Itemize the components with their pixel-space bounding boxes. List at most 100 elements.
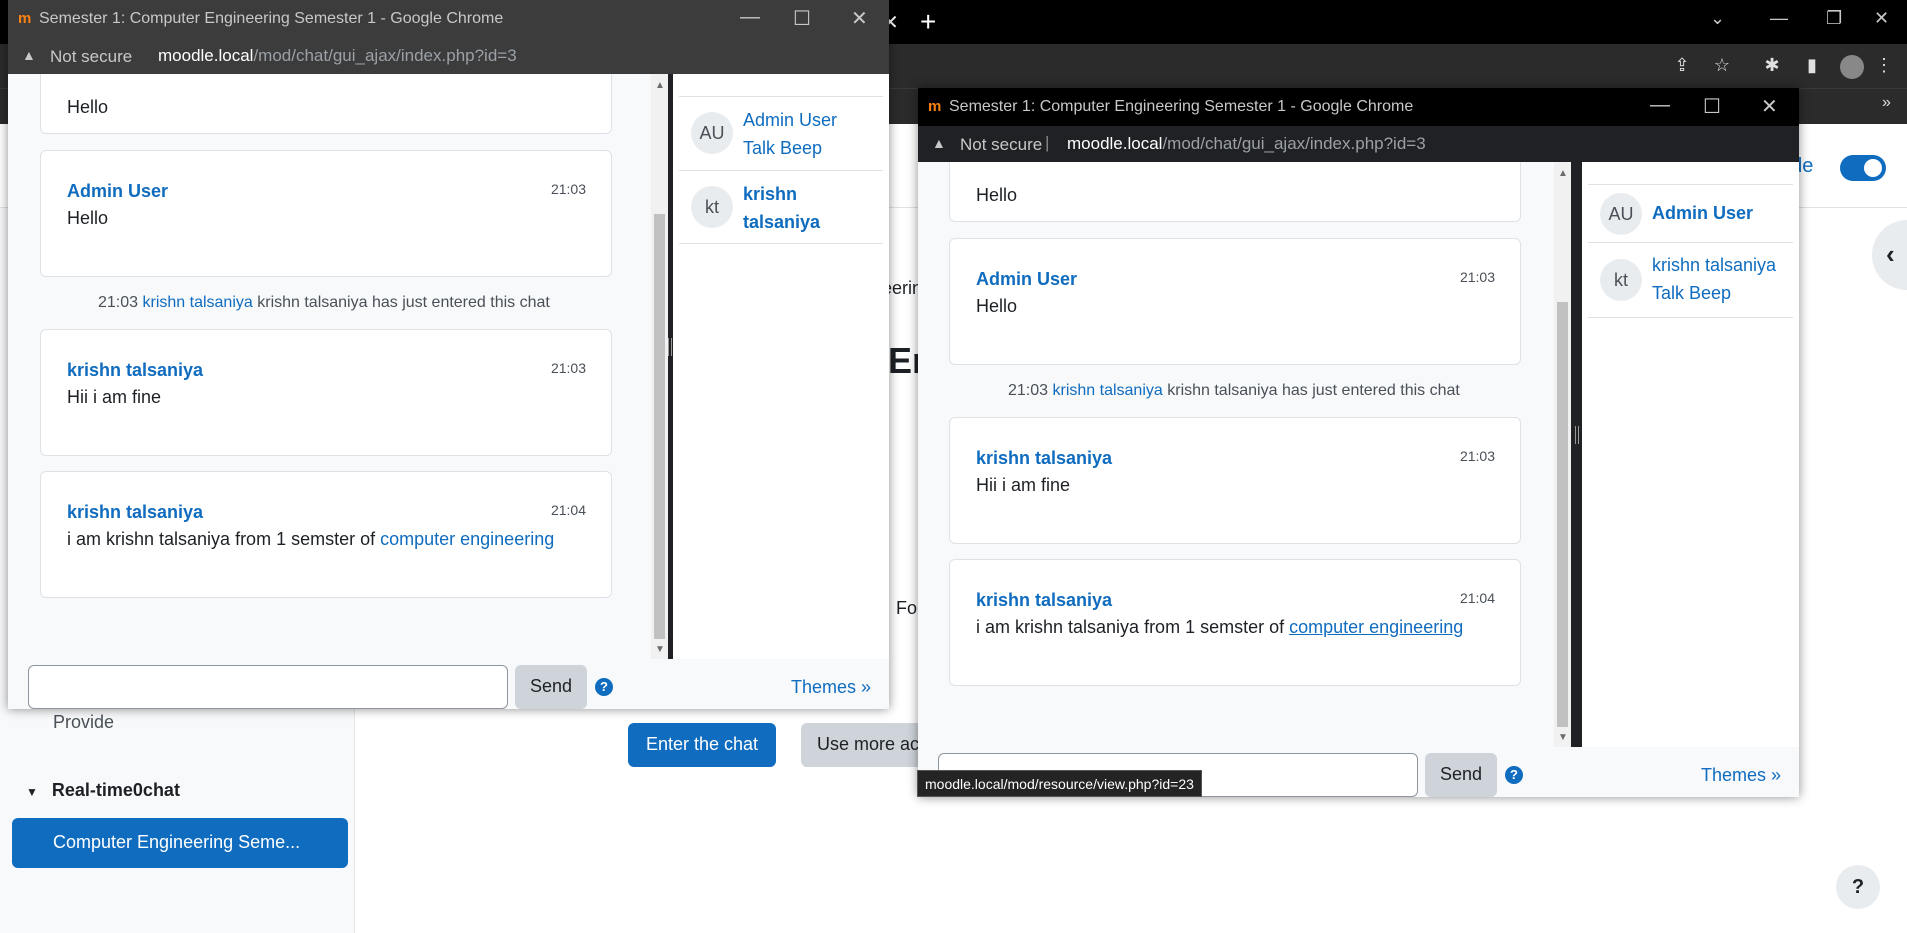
menu-icon[interactable]: ⋮ bbox=[1872, 55, 1896, 79]
themes-link[interactable]: Themes » bbox=[1701, 765, 1781, 786]
help-icon[interactable]: ? bbox=[1505, 766, 1523, 784]
minimize-icon[interactable]: — bbox=[1770, 8, 1788, 29]
maximize-icon[interactable]: ☐ bbox=[793, 6, 811, 31]
message-author[interactable]: krishn talsaniya bbox=[67, 360, 203, 381]
window-title: Semester 1: Computer Engineering Semeste… bbox=[949, 98, 1414, 115]
message-time: 21:04 bbox=[550, 502, 586, 518]
scroll-up-icon[interactable]: ▲ bbox=[1558, 168, 1568, 179]
chat-message-input[interactable] bbox=[28, 665, 508, 709]
share-icon[interactable]: ⇪ bbox=[1670, 55, 1694, 79]
url-text[interactable]: moodle.local/mod/chat/gui_ajax/index.php… bbox=[1067, 134, 1426, 154]
course-index-section[interactable]: ▼ Real-time0chat bbox=[26, 780, 180, 801]
course-index-active-item[interactable]: Computer Engineering Seme... bbox=[12, 818, 348, 868]
address-bar[interactable]: ▲ Not secure | moodle.local/mod/chat/gui… bbox=[918, 126, 1799, 162]
warning-icon: ▲ bbox=[22, 47, 36, 63]
pane-splitter[interactable] bbox=[1575, 426, 1579, 444]
bookmark-star-icon[interactable]: ☆ bbox=[1710, 55, 1734, 79]
scroll-up-icon[interactable]: ▲ bbox=[655, 80, 665, 91]
message-card: krishn talsaniya 21:03 Hii i am fine bbox=[40, 329, 612, 456]
user-list-item[interactable]: kt krishn talsaniya bbox=[679, 170, 883, 244]
moodle-logo-icon: m bbox=[18, 10, 32, 27]
use-more-accessible-button[interactable]: Use more ac bbox=[801, 723, 921, 767]
chat-messages-area: Hello Admin User 21:03 Hello 21:03 krish… bbox=[8, 74, 651, 659]
talk-beep-link[interactable]: Talk Beep bbox=[1652, 279, 1776, 307]
profile-avatar[interactable] bbox=[1840, 55, 1864, 79]
system-message: 21:03 krishn talsaniya krishn talsaniya … bbox=[98, 294, 550, 312]
url-path: /mod/chat/gui_ajax/index.php?id=3 bbox=[253, 46, 517, 65]
user-list: AU Admin User kt krishn talsaniya Talk B… bbox=[1582, 162, 1799, 747]
pane-splitter[interactable] bbox=[668, 338, 672, 356]
message-time: 21:03 bbox=[1459, 269, 1495, 285]
extensions-icon[interactable]: ✱ bbox=[1760, 55, 1784, 79]
message-card: krishn talsaniya 21:03 Hii i am fine bbox=[949, 417, 1521, 544]
address-bar[interactable]: ▲ Not secure moodle.local/mod/chat/gui_a… bbox=[8, 38, 889, 74]
send-button[interactable]: Send bbox=[515, 665, 587, 709]
minimize-icon[interactable]: — bbox=[740, 6, 760, 29]
system-message-user-link[interactable]: krishn talsaniya bbox=[143, 294, 253, 311]
open-block-drawer-button[interactable]: ‹ bbox=[1872, 220, 1907, 290]
close-icon[interactable]: ✕ bbox=[1761, 94, 1778, 119]
restore-icon[interactable]: ❐ bbox=[1826, 8, 1842, 29]
help-button[interactable]: ? bbox=[1836, 865, 1880, 909]
section-label: Real-time0chat bbox=[51, 780, 180, 800]
scroll-thumb[interactable] bbox=[1557, 302, 1568, 727]
user-list-item[interactable]: AU Admin User Talk Beep bbox=[679, 96, 883, 170]
scroll-thumb[interactable] bbox=[654, 214, 665, 639]
new-tab-button[interactable]: + bbox=[920, 6, 936, 38]
user-list-item[interactable]: kt krishn talsaniya Talk Beep bbox=[1588, 242, 1793, 318]
user-avatar: kt bbox=[1600, 259, 1642, 301]
message-text: Hii i am fine bbox=[976, 475, 1071, 495]
tab-search-icon[interactable]: ⌄ bbox=[1710, 8, 1725, 29]
message-link[interactable]: computer engineering bbox=[1289, 617, 1463, 637]
send-button[interactable]: Send bbox=[1425, 753, 1497, 797]
message-text: i am krishn talsaniya from 1 semster of … bbox=[976, 617, 1463, 638]
user-name: krishn talsaniya Talk Beep bbox=[1652, 251, 1776, 307]
window-title: Semester 1: Computer Engineering Semeste… bbox=[39, 10, 504, 27]
close-window-icon[interactable]: ✕ bbox=[1874, 8, 1889, 29]
close-icon[interactable]: ✕ bbox=[851, 6, 868, 31]
system-message-user-link[interactable]: krishn talsaniya bbox=[1053, 382, 1163, 399]
message-text: i am krishn talsaniya from 1 semster of … bbox=[67, 529, 554, 550]
message-link[interactable]: computer engineering bbox=[380, 529, 554, 549]
message-author[interactable]: Admin User bbox=[976, 269, 1077, 290]
enter-chat-button[interactable]: Enter the chat bbox=[628, 723, 776, 767]
message-text: Hello bbox=[976, 296, 1018, 316]
chat-window-a: m Semester 1: Computer Engineering Semes… bbox=[8, 0, 889, 709]
help-icon[interactable]: ? bbox=[595, 678, 613, 696]
maximize-icon[interactable]: ☐ bbox=[1703, 94, 1721, 119]
chat-input-bar: Send ? Themes » bbox=[8, 659, 889, 709]
message-author[interactable]: krishn talsaniya bbox=[976, 448, 1112, 469]
edit-mode-toggle[interactable] bbox=[1840, 155, 1886, 181]
text-fragment: Fo bbox=[896, 598, 918, 618]
url-text[interactable]: moodle.local/mod/chat/gui_ajax/index.php… bbox=[158, 46, 517, 66]
user-name: krishn talsaniya bbox=[743, 180, 820, 236]
user-name-line[interactable]: krishn bbox=[743, 180, 820, 208]
scroll-down-icon[interactable]: ▼ bbox=[655, 644, 665, 655]
chat-scrollbar[interactable]: ▲ ▼ bbox=[1554, 162, 1571, 747]
not-secure-label[interactable]: Not secure bbox=[50, 47, 132, 67]
user-name-line[interactable]: talsaniya bbox=[743, 208, 820, 236]
user-name[interactable]: Admin User bbox=[1652, 199, 1753, 227]
message-text: Hii i am fine bbox=[67, 387, 162, 407]
user-name-line[interactable]: krishn talsaniya bbox=[1652, 251, 1776, 279]
user-name-line[interactable]: Admin User bbox=[743, 106, 837, 134]
themes-link[interactable]: Themes » bbox=[791, 677, 871, 698]
message-author[interactable]: krishn talsaniya bbox=[67, 502, 203, 523]
user-avatar: kt bbox=[691, 186, 733, 228]
minimize-icon[interactable]: — bbox=[1650, 94, 1670, 117]
user-name: Admin User Talk Beep bbox=[743, 106, 837, 162]
bookmarks-overflow-icon[interactable]: » bbox=[1882, 94, 1891, 112]
course-index-item[interactable]: Provide bbox=[53, 712, 114, 733]
chat-scrollbar[interactable]: ▲ ▼ bbox=[651, 74, 668, 659]
message-text-prefix: i am krishn talsaniya from 1 semster of bbox=[976, 617, 1290, 637]
moodle-logo-icon: m bbox=[928, 98, 942, 115]
user-list-item[interactable]: AU Admin User bbox=[1588, 184, 1793, 242]
talk-beep-link[interactable]: Talk Beep bbox=[743, 134, 837, 162]
system-message-text: krishn talsaniya has just entered this c… bbox=[1167, 382, 1460, 399]
not-secure-label[interactable]: Not secure bbox=[960, 135, 1042, 155]
user-avatar: AU bbox=[691, 112, 733, 154]
side-panel-icon[interactable]: ▮ bbox=[1800, 55, 1824, 79]
scroll-down-icon[interactable]: ▼ bbox=[1558, 732, 1568, 743]
message-author[interactable]: krishn talsaniya bbox=[976, 590, 1112, 611]
message-author[interactable]: Admin User bbox=[67, 181, 168, 202]
